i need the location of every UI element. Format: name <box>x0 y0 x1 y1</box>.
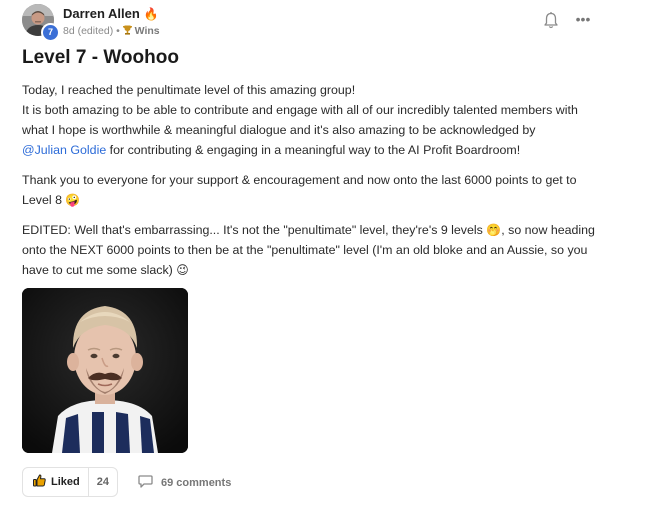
thumbs-up-icon <box>33 474 51 490</box>
like-count[interactable]: 24 <box>89 476 117 488</box>
fire-icon: 🔥 <box>143 7 159 21</box>
body-line: @Julian Goldie for contributing & engagi… <box>22 140 622 160</box>
body-text-fragment: for contributing & engaging in a meaning… <box>106 143 521 157</box>
author-name[interactable]: Darren Allen <box>63 6 140 21</box>
hand-over-mouth-emoji-icon: 🤭 <box>486 223 502 237</box>
body-text-fragment: EDITED: Well that's embarrassing... It's… <box>22 223 483 237</box>
paragraph-1: Today, I reached the penultimate level o… <box>22 80 622 160</box>
body-line: what I hope is worthwhile & meaningful d… <box>22 123 536 137</box>
body-line: Level 8 🤪 <box>22 190 622 210</box>
post-body: Today, I reached the penultimate level o… <box>22 80 622 290</box>
post-card: 7 Darren Allen 🔥 8d (edited) • Wins ••• … <box>0 0 648 510</box>
trophy-icon <box>122 25 135 37</box>
body-text-fragment: have to cut me some slack) <box>22 263 173 277</box>
body-line: have to cut me some slack) 😉 <box>22 260 622 280</box>
comments-count-label: 69 comments <box>161 477 232 489</box>
more-options-icon[interactable]: ••• <box>573 10 593 30</box>
post-category[interactable]: Wins <box>135 25 160 37</box>
paragraph-2: Thank you to everyone for your support &… <box>22 170 622 210</box>
like-button[interactable]: Liked <box>23 468 89 496</box>
body-line: EDITED: Well that's embarrassing... It's… <box>22 220 622 240</box>
body-line: Today, I reached the penultimate level o… <box>22 83 356 97</box>
body-line: Thank you to everyone for your support &… <box>22 173 577 187</box>
body-line: It is both amazing to be able to contrib… <box>22 103 578 117</box>
post-meta: 8d (edited) • Wins <box>63 25 160 37</box>
wink-emoji-icon: 😉 <box>176 263 189 277</box>
like-control: Liked 24 <box>22 467 118 497</box>
author-line: Darren Allen 🔥 <box>63 6 158 21</box>
like-label: Liked <box>51 476 80 488</box>
meta-separator: • <box>116 25 120 37</box>
comments-link[interactable]: 69 comments <box>138 475 231 491</box>
comment-icon <box>138 475 161 491</box>
avatar[interactable]: 7 <box>22 4 60 42</box>
user-mention-link[interactable]: @Julian Goldie <box>22 143 106 157</box>
body-text-fragment: Level 8 <box>22 193 62 207</box>
zany-face-emoji-icon: 🤪 <box>65 193 81 207</box>
bell-icon[interactable] <box>543 12 559 30</box>
body-text-fragment: , so now heading <box>501 223 595 237</box>
post-image-attachment[interactable] <box>22 288 188 453</box>
post-header: 7 Darren Allen 🔥 8d (edited) • Wins ••• <box>22 4 622 42</box>
post-timestamp[interactable]: 8d (edited) <box>63 25 113 37</box>
post-title: Level 7 - Woohoo <box>22 47 179 68</box>
body-line: onto the NEXT 6000 points to then be at … <box>22 243 588 257</box>
level-badge: 7 <box>41 23 60 42</box>
paragraph-3: EDITED: Well that's embarrassing... It's… <box>22 220 622 280</box>
